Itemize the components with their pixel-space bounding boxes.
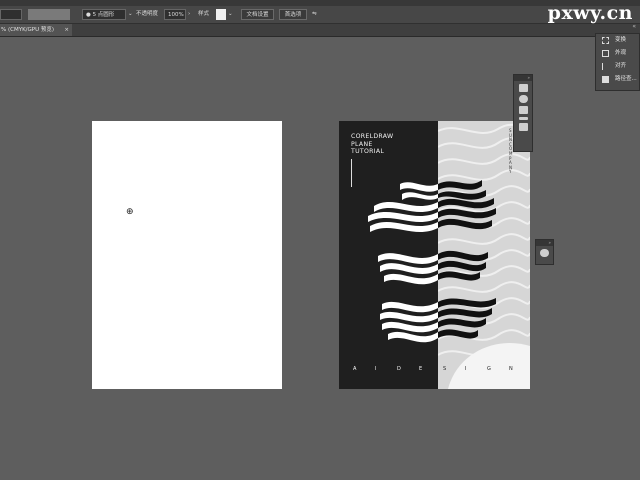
- transparency-icon[interactable]: [518, 95, 528, 103]
- bullet-icon: ●: [86, 12, 91, 18]
- tab-title: % (CMYK/GPU 预览): [1, 27, 55, 33]
- right-properties-panel: 变换 外观 对齐 路径查...: [595, 33, 640, 91]
- panel-header[interactable]: »: [536, 240, 553, 246]
- fill-swatch[interactable]: [28, 9, 70, 20]
- pathfinder-item[interactable]: 路径查...: [596, 73, 639, 86]
- poster-title-line: TUTORIAL: [351, 148, 385, 155]
- artboard-blank[interactable]: [92, 121, 282, 389]
- appearance-item[interactable]: 外观: [596, 47, 639, 60]
- transform-icon: [602, 37, 609, 44]
- opacity-input[interactable]: 100%: [164, 9, 186, 20]
- close-icon[interactable]: ×: [64, 24, 69, 36]
- poster-artboard[interactable]: CORELDRAW PLANE TUTORIAL S U N C O M P A…: [339, 121, 530, 389]
- poster-letter: A: [353, 366, 357, 372]
- document-setup-button[interactable]: 文档设置: [241, 9, 274, 20]
- align-label: 对齐: [615, 63, 627, 69]
- pathfinder-icon: [602, 76, 609, 83]
- poster-accent-line: [351, 159, 352, 187]
- control-bar: ● 5 点圆形 ⌄ 不透明度 100% › 样式 ⌄ 文档设置 首选项 ⇋: [0, 6, 640, 24]
- glyph-light-side: [438, 180, 496, 339]
- appearance-icon: [602, 50, 609, 57]
- mini-panel: »: [535, 239, 554, 265]
- transform-item[interactable]: 变换: [596, 34, 639, 47]
- poster-letter: G: [487, 366, 491, 372]
- collapse-panels-icon[interactable]: «: [632, 23, 636, 30]
- poster-letter: I: [465, 366, 467, 372]
- transform-label: 变换: [615, 37, 627, 43]
- stroke-profile-dropdown[interactable]: ● 5 点圆形: [82, 9, 126, 20]
- preferences-button[interactable]: 首选项: [279, 9, 307, 20]
- appearance-label: 外观: [615, 50, 627, 56]
- style-label: 样式: [198, 11, 210, 17]
- opacity-label[interactable]: 不透明度: [136, 9, 164, 20]
- floating-tool-panel: »: [513, 74, 533, 152]
- object-dropdown[interactable]: [0, 9, 22, 20]
- panel-header[interactable]: »: [514, 75, 532, 81]
- poster-letter: S: [443, 366, 447, 372]
- image-trace-icon[interactable]: [518, 84, 528, 92]
- chevron-down-icon[interactable]: ⌄: [228, 9, 234, 20]
- zoom-cursor-icon: ⊕: [126, 207, 134, 217]
- poster-title: CORELDRAW PLANE TUTORIAL: [351, 133, 393, 156]
- club-icon[interactable]: [518, 123, 528, 131]
- stroke-profile-label: 5 点圆形: [92, 12, 115, 18]
- align-icon: [602, 63, 609, 70]
- tab-bar: % (CMYK/GPU 预览) × «: [0, 23, 640, 37]
- poster-letter: E: [419, 366, 423, 372]
- arrange-icon[interactable]: ⇋: [312, 9, 324, 20]
- glyph-dark-side: [368, 182, 438, 343]
- cloud-icon[interactable]: [540, 249, 549, 257]
- poster-letter: I: [375, 366, 377, 372]
- stroke-icon[interactable]: [518, 117, 528, 120]
- poster-letter: D: [397, 366, 401, 372]
- chevron-right-icon[interactable]: ›: [188, 9, 194, 20]
- align-item[interactable]: 对齐: [596, 60, 639, 73]
- style-swatch[interactable]: [216, 9, 226, 20]
- poster-letter: N: [509, 366, 513, 372]
- pathfinder-label: 路径查...: [615, 76, 637, 82]
- poster-title-line: CORELDRAW: [351, 133, 394, 140]
- symbols-icon[interactable]: [518, 106, 528, 114]
- watermark-text: pxwy.cn: [547, 2, 633, 24]
- poster-glyph-art: [368, 180, 496, 343]
- document-tab[interactable]: % (CMYK/GPU 预览) ×: [0, 24, 72, 36]
- chevron-down-icon[interactable]: ⌄: [128, 9, 134, 20]
- poster-title-line: PLANE: [351, 140, 373, 148]
